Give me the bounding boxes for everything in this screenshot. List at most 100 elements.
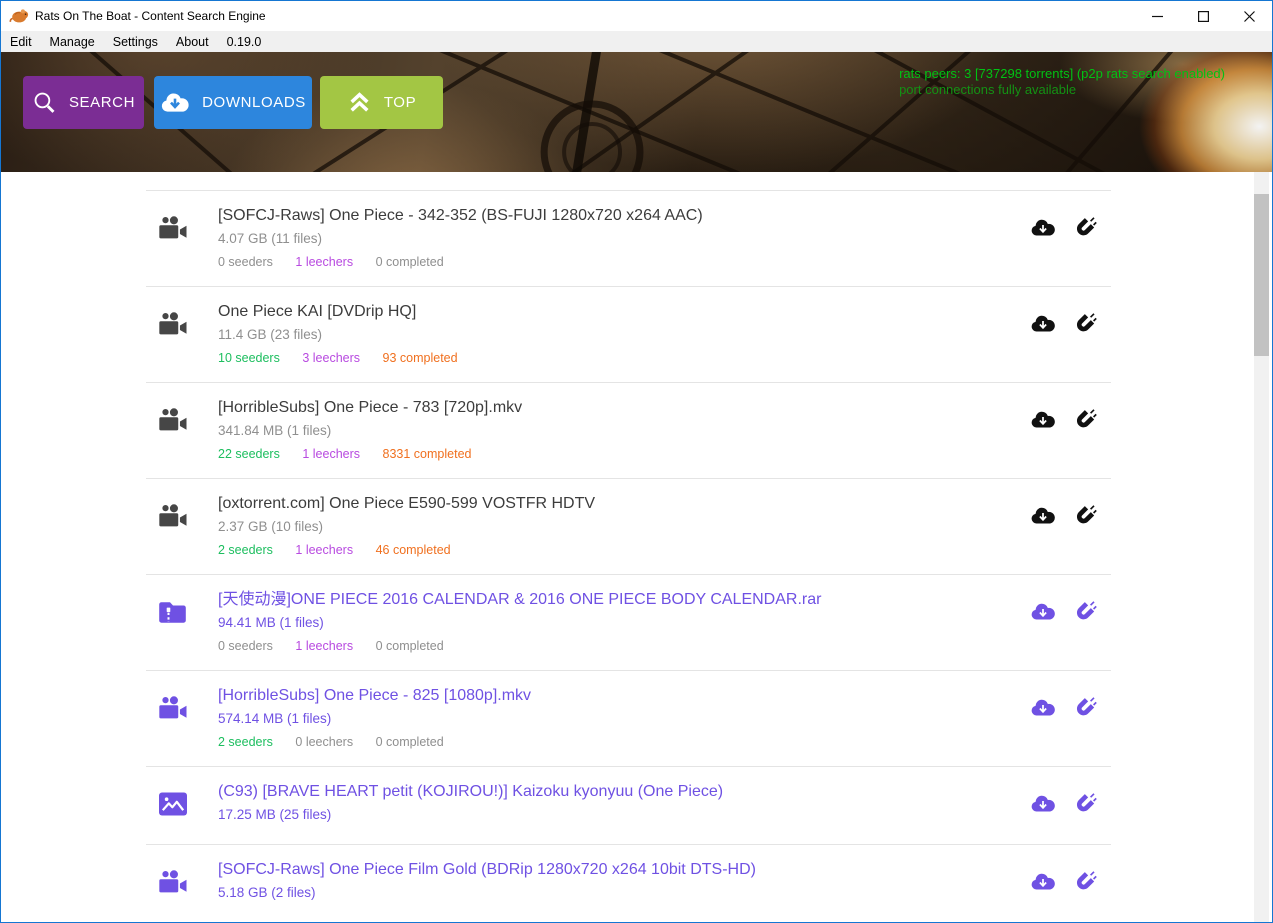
maximize-button[interactable] — [1180, 1, 1226, 31]
row-actions — [1030, 599, 1097, 625]
magnet-link-button[interactable] — [1071, 791, 1097, 817]
peer-status: rats peers: 3 [737298 torrents] (p2p rat… — [899, 66, 1225, 98]
menu-about[interactable]: About — [167, 31, 218, 52]
result-row: [天使动漫]ONE PIECE 2016 CALENDAR & 2016 ONE… — [146, 575, 1111, 671]
result-size: 17.25 MB (25 files) — [218, 805, 1030, 824]
download-cloud-button[interactable] — [1030, 311, 1056, 337]
seeders-count: 2 seeders — [218, 735, 273, 749]
result-size: 5.18 GB (2 files) — [218, 883, 1030, 902]
search-icon — [32, 90, 57, 115]
result-row: [SOFCJ-Raws] One Piece - 342-352 (BS-FUJ… — [146, 191, 1111, 287]
result-size: 574.14 MB (1 files) — [218, 709, 1030, 728]
result-stats: 10 seeders 3 leechers 93 completed — [218, 349, 1030, 367]
download-cloud-button[interactable] — [1030, 503, 1056, 529]
downloads-button-label: DOWNLOADS — [202, 94, 306, 111]
result-title[interactable]: [HorribleSubs] One Piece - 825 [1080p].m… — [218, 685, 1030, 707]
menu-edit[interactable]: Edit — [9, 31, 41, 52]
window-controls — [1134, 1, 1272, 31]
result-stats: 2 seeders 1 leechers 46 completed — [218, 541, 1030, 559]
result-size: 94.41 MB (1 files) — [218, 613, 1030, 632]
download-cloud-button[interactable] — [1030, 869, 1056, 895]
result-stats: 0 seeders 1 leechers 0 completed — [218, 637, 1030, 655]
magnet-link-button[interactable] — [1071, 599, 1097, 625]
completed-count: 0 completed — [376, 735, 444, 749]
row-actions — [1030, 407, 1097, 433]
seeders-count: 10 seeders — [218, 351, 280, 365]
row-actions — [1030, 869, 1097, 895]
menubar: Edit Manage Settings About 0.19.0 — [1, 31, 1272, 52]
leechers-count: 1 leechers — [295, 255, 353, 269]
result-stats: 2 seeders 0 leechers 0 completed — [218, 733, 1030, 751]
cloud-download-icon — [160, 91, 190, 115]
seeders-count: 0 seeders — [218, 639, 273, 653]
menu-settings[interactable]: Settings — [104, 31, 167, 52]
double-chevron-up-icon — [347, 91, 372, 114]
result-title[interactable]: One Piece KAI [DVDrip HQ] — [218, 301, 1030, 323]
result-title[interactable]: [SOFCJ-Raws] One Piece Film Gold (BDRip … — [218, 859, 1030, 881]
leechers-count: 3 leechers — [302, 351, 360, 365]
archive-file-icon — [158, 599, 188, 625]
result-size: 4.07 GB (11 files) — [218, 229, 1030, 248]
peer-status-line1: rats peers: 3 [737298 torrents] (p2p rat… — [899, 66, 1225, 82]
result-row: [oxtorrent.com] One Piece E590-599 VOSTF… — [146, 479, 1111, 575]
completed-count: 0 completed — [376, 639, 444, 653]
download-cloud-button[interactable] — [1030, 599, 1056, 625]
result-size: 11.4 GB (23 files) — [218, 325, 1030, 344]
completed-count: 0 completed — [376, 255, 444, 269]
result-title[interactable]: [SOFCJ-Raws] One Piece - 342-352 (BS-FUJ… — [218, 205, 1030, 227]
result-title[interactable]: [HorribleSubs] One Piece - 783 [720p].mk… — [218, 397, 1030, 419]
minimize-button[interactable] — [1134, 1, 1180, 31]
completed-count: 8331 completed — [383, 447, 472, 461]
window-title: Rats On The Boat - Content Search Engine — [35, 9, 266, 23]
vertical-scrollbar[interactable] — [1254, 172, 1269, 922]
seeders-count: 22 seeders — [218, 447, 280, 461]
row-actions — [1030, 791, 1097, 817]
magnet-link-button[interactable] — [1071, 695, 1097, 721]
leechers-count: 0 leechers — [295, 735, 353, 749]
video-file-icon — [158, 311, 188, 337]
download-cloud-button[interactable] — [1030, 407, 1056, 433]
completed-count: 93 completed — [383, 351, 458, 365]
app-logo-rat-icon — [9, 8, 29, 24]
app-window: Rats On The Boat - Content Search Engine… — [0, 0, 1273, 923]
result-stats: 22 seeders 1 leechers 8331 completed — [218, 445, 1030, 463]
result-title[interactable]: (C93) [BRAVE HEART petit (KOJIROU!)] Kai… — [218, 781, 1030, 803]
results-list: [SOFCJ-Raws] One Piece - 342-352 (BS-FUJ… — [146, 190, 1111, 922]
download-cloud-button[interactable] — [1030, 695, 1056, 721]
search-nav-button[interactable]: SEARCH — [23, 76, 144, 129]
result-size: 2.37 GB (10 files) — [218, 517, 1030, 536]
result-title[interactable]: [oxtorrent.com] One Piece E590-599 VOSTF… — [218, 493, 1030, 515]
magnet-link-button[interactable] — [1071, 407, 1097, 433]
titlebar: Rats On The Boat - Content Search Engine — [1, 1, 1272, 31]
result-size: 341.84 MB (1 files) — [218, 421, 1030, 440]
row-actions — [1030, 695, 1097, 721]
leechers-count: 1 leechers — [295, 543, 353, 557]
result-row: [SOFCJ-Raws] One Piece Film Gold (BDRip … — [146, 845, 1111, 922]
download-cloud-button[interactable] — [1030, 791, 1056, 817]
peer-status-line2: port connections fully available — [899, 82, 1225, 98]
download-cloud-button[interactable] — [1030, 215, 1056, 241]
magnet-link-button[interactable] — [1071, 311, 1097, 337]
leechers-count: 1 leechers — [302, 447, 360, 461]
video-file-icon — [158, 695, 188, 721]
downloads-nav-button[interactable]: DOWNLOADS — [154, 76, 312, 129]
menu-manage[interactable]: Manage — [41, 31, 104, 52]
header-banner: SEARCH DOWNLOADS TOP rats peers: 3 [7372… — [1, 52, 1272, 172]
menu-version[interactable]: 0.19.0 — [218, 31, 271, 52]
video-file-icon — [158, 869, 188, 895]
result-title[interactable]: [天使动漫]ONE PIECE 2016 CALENDAR & 2016 ONE… — [218, 589, 1030, 611]
top-nav-button[interactable]: TOP — [320, 76, 443, 129]
video-file-icon — [158, 407, 188, 433]
video-file-icon — [158, 503, 188, 529]
magnet-link-button[interactable] — [1071, 215, 1097, 241]
image-file-icon — [158, 791, 188, 817]
result-stats: 0 seeders 1 leechers 0 completed — [218, 253, 1030, 271]
scrollbar-thumb[interactable] — [1254, 194, 1269, 356]
close-button[interactable] — [1226, 1, 1272, 31]
magnet-link-button[interactable] — [1071, 869, 1097, 895]
result-row: (C93) [BRAVE HEART petit (KOJIROU!)] Kai… — [146, 767, 1111, 845]
magnet-link-button[interactable] — [1071, 503, 1097, 529]
leechers-count: 1 leechers — [295, 639, 353, 653]
seeders-count: 2 seeders — [218, 543, 273, 557]
search-button-label: SEARCH — [69, 94, 135, 111]
